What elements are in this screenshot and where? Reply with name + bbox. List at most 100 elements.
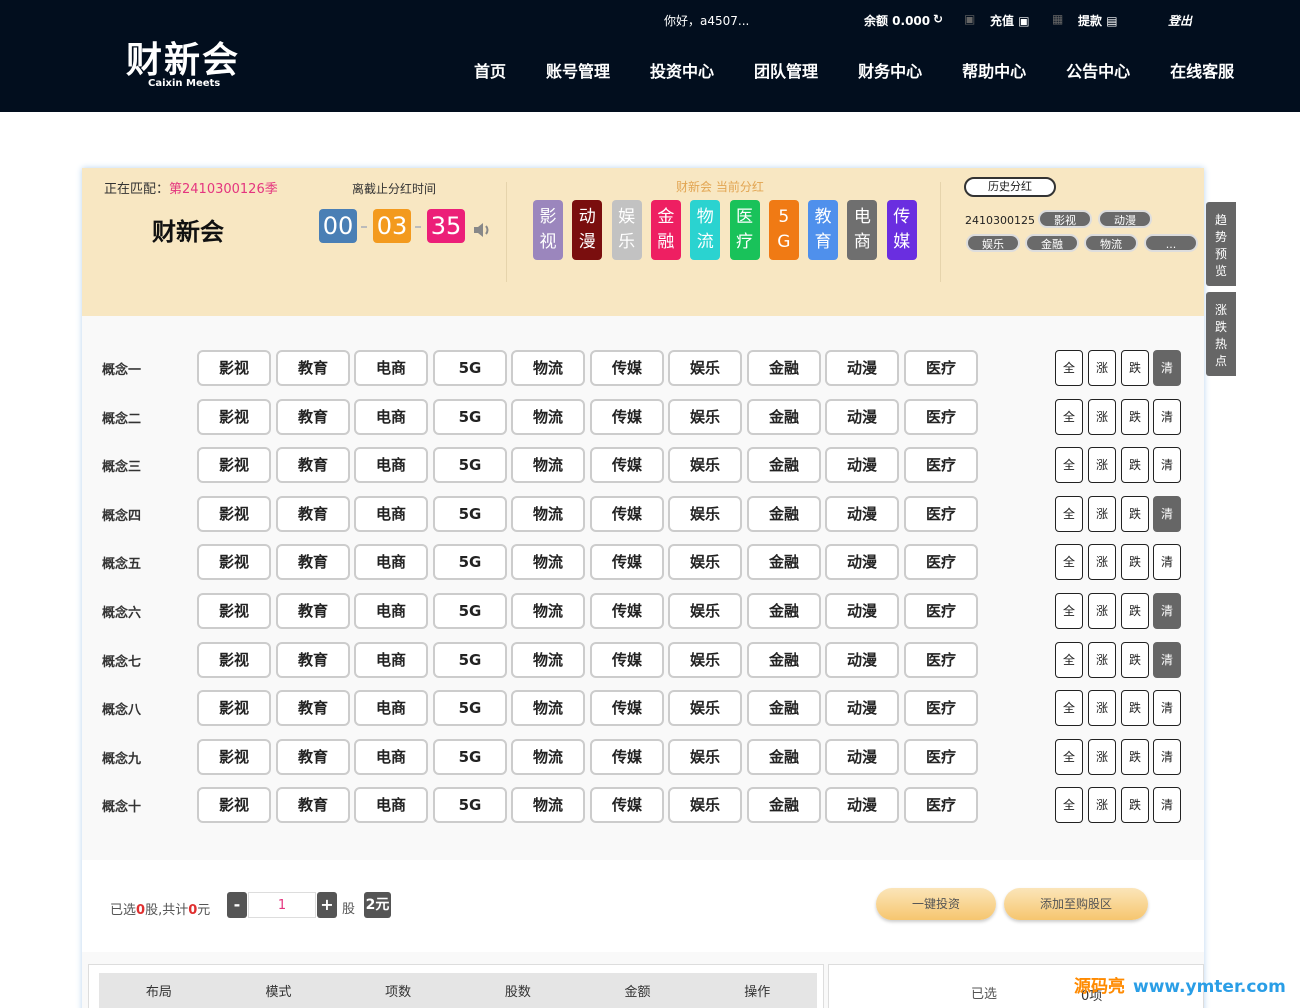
- concept-tag-button[interactable]: 娱乐: [668, 690, 742, 727]
- concept-tag-button[interactable]: 影视: [197, 447, 271, 484]
- clear-button[interactable]: 清: [1153, 398, 1181, 435]
- concept-tag-button[interactable]: 传媒: [590, 641, 664, 678]
- concept-tag-button[interactable]: 动漫: [825, 495, 899, 532]
- select-up-button[interactable]: 涨: [1088, 641, 1116, 678]
- concept-tag-button[interactable]: 5G: [433, 787, 507, 824]
- concept-tag-button[interactable]: 电商: [354, 593, 428, 629]
- clear-button[interactable]: 清: [1153, 593, 1181, 629]
- concept-tag-button[interactable]: 教育: [276, 787, 350, 824]
- concept-tag-button[interactable]: 金融: [747, 350, 821, 386]
- concept-tag-button[interactable]: 金融: [747, 787, 821, 824]
- concept-tag-button[interactable]: 教育: [276, 350, 350, 386]
- one-click-invest-button[interactable]: 一键投资: [876, 888, 996, 920]
- concept-tag-button[interactable]: 传媒: [590, 495, 664, 532]
- concept-tag-button[interactable]: 动漫: [825, 738, 899, 775]
- concept-tag-button[interactable]: 娱乐: [668, 641, 742, 678]
- concept-tag-button[interactable]: 金融: [747, 495, 821, 532]
- concept-tag-button[interactable]: 物流: [511, 495, 585, 532]
- concept-tag-button[interactable]: 金融: [747, 544, 821, 581]
- concept-tag-button[interactable]: 电商: [354, 447, 428, 484]
- speaker-icon[interactable]: [472, 220, 492, 240]
- select-down-button[interactable]: 跌: [1121, 690, 1149, 727]
- concept-tag-button[interactable]: 影视: [197, 641, 271, 678]
- concept-tag-button[interactable]: 医疗: [904, 398, 978, 435]
- concept-tag-button[interactable]: 金融: [747, 641, 821, 678]
- concept-tag-button[interactable]: 娱乐: [668, 593, 742, 629]
- select-up-button[interactable]: 涨: [1088, 787, 1116, 824]
- concept-tag-button[interactable]: 电商: [354, 690, 428, 727]
- concept-tag-button[interactable]: 电商: [354, 350, 428, 386]
- concept-tag-button[interactable]: 物流: [511, 398, 585, 435]
- select-down-button[interactable]: 跌: [1121, 641, 1149, 678]
- price-badge[interactable]: 2元: [364, 892, 391, 918]
- decrease-button[interactable]: -: [227, 892, 247, 918]
- concept-tag-button[interactable]: 医疗: [904, 738, 978, 775]
- select-up-button[interactable]: 涨: [1088, 593, 1116, 629]
- select-up-button[interactable]: 涨: [1088, 690, 1116, 727]
- select-all-button[interactable]: 全: [1055, 544, 1083, 581]
- concept-tag-button[interactable]: 医疗: [904, 593, 978, 629]
- concept-tag-button[interactable]: 医疗: [904, 350, 978, 386]
- concept-tag-button[interactable]: 娱乐: [668, 738, 742, 775]
- concept-tag-button[interactable]: 5G: [433, 398, 507, 435]
- select-up-button[interactable]: 涨: [1088, 398, 1116, 435]
- refresh-icon[interactable]: ↻: [933, 12, 943, 26]
- clear-button[interactable]: 清: [1153, 690, 1181, 727]
- concept-tag-button[interactable]: 影视: [197, 690, 271, 727]
- select-down-button[interactable]: 跌: [1121, 350, 1149, 386]
- select-down-button[interactable]: 跌: [1121, 398, 1149, 435]
- concept-tag-button[interactable]: 影视: [197, 738, 271, 775]
- nav-account[interactable]: 账号管理: [546, 58, 610, 82]
- concept-tag-button[interactable]: 娱乐: [668, 787, 742, 824]
- nav-customer-service[interactable]: 在线客服: [1170, 58, 1234, 82]
- clear-button[interactable]: 清: [1153, 787, 1181, 824]
- concept-tag-button[interactable]: 物流: [511, 544, 585, 581]
- logo[interactable]: 财新会 Caixin Meets: [126, 40, 240, 89]
- nav-help-center[interactable]: 帮助中心: [962, 58, 1026, 82]
- concept-tag-button[interactable]: 医疗: [904, 641, 978, 678]
- select-up-button[interactable]: 涨: [1088, 544, 1116, 581]
- select-down-button[interactable]: 跌: [1121, 787, 1149, 824]
- concept-tag-button[interactable]: 娱乐: [668, 544, 742, 581]
- concept-tag-button[interactable]: 娱乐: [668, 495, 742, 532]
- concept-tag-button[interactable]: 动漫: [825, 593, 899, 629]
- concept-tag-button[interactable]: 传媒: [590, 447, 664, 484]
- concept-tag-button[interactable]: 动漫: [825, 447, 899, 484]
- concept-tag-button[interactable]: 教育: [276, 447, 350, 484]
- concept-tag-button[interactable]: 影视: [197, 495, 271, 532]
- concept-tag-button[interactable]: 传媒: [590, 738, 664, 775]
- select-all-button[interactable]: 全: [1055, 787, 1083, 824]
- concept-tag-button[interactable]: 动漫: [825, 787, 899, 824]
- clear-button[interactable]: 清: [1153, 447, 1181, 484]
- select-up-button[interactable]: 涨: [1088, 350, 1116, 386]
- clear-button[interactable]: 清: [1153, 495, 1181, 532]
- concept-tag-button[interactable]: 教育: [276, 495, 350, 532]
- concept-tag-button[interactable]: 传媒: [590, 787, 664, 824]
- nav-team[interactable]: 团队管理: [754, 58, 818, 82]
- concept-tag-button[interactable]: 娱乐: [668, 447, 742, 484]
- concept-tag-button[interactable]: 金融: [747, 398, 821, 435]
- select-all-button[interactable]: 全: [1055, 447, 1083, 484]
- concept-tag-button[interactable]: 5G: [433, 447, 507, 484]
- concept-tag-button[interactable]: 娱乐: [668, 398, 742, 435]
- concept-tag-button[interactable]: 医疗: [904, 544, 978, 581]
- withdraw-link[interactable]: 提款 ▤: [1078, 12, 1118, 29]
- concept-tag-button[interactable]: 5G: [433, 544, 507, 581]
- concept-tag-button[interactable]: 电商: [354, 495, 428, 532]
- concept-tag-button[interactable]: 动漫: [825, 398, 899, 435]
- nav-finance[interactable]: 财务中心: [858, 58, 922, 82]
- concept-tag-button[interactable]: 5G: [433, 690, 507, 727]
- concept-tag-button[interactable]: 娱乐: [668, 350, 742, 386]
- concept-tag-button[interactable]: 医疗: [904, 690, 978, 727]
- concept-tag-button[interactable]: 传媒: [590, 690, 664, 727]
- concept-tag-button[interactable]: 传媒: [590, 350, 664, 386]
- clear-button[interactable]: 清: [1153, 544, 1181, 581]
- concept-tag-button[interactable]: 物流: [511, 350, 585, 386]
- select-all-button[interactable]: 全: [1055, 398, 1083, 435]
- concept-tag-button[interactable]: 教育: [276, 544, 350, 581]
- trend-preview-tab[interactable]: 趋势预览: [1206, 202, 1236, 286]
- concept-tag-button[interactable]: 医疗: [904, 787, 978, 824]
- history-dividend-button[interactable]: 历史分红: [964, 177, 1056, 197]
- concept-tag-button[interactable]: 5G: [433, 350, 507, 386]
- increase-button[interactable]: +: [317, 892, 337, 918]
